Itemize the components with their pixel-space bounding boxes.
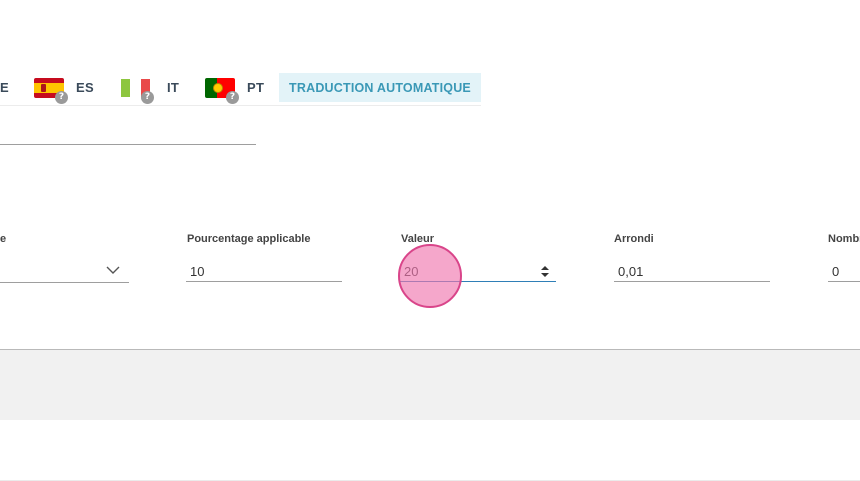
number-label: Nombr	[828, 233, 860, 245]
spinner-arrows-icon[interactable]	[540, 265, 550, 278]
tab-language-it-label: IT	[167, 80, 180, 95]
tab-language-es[interactable]: ? ES	[34, 73, 94, 104]
rounding-input[interactable]	[614, 262, 770, 282]
tab-language-it[interactable]: ? IT	[121, 73, 180, 104]
chevron-down-icon	[106, 266, 120, 274]
auto-translate-tab[interactable]: TRADUCTION AUTOMATIQUE	[279, 73, 481, 102]
spain-flag-icon: ?	[34, 77, 68, 104]
tab-language-pt-label: PT	[247, 80, 265, 95]
tab-language-es-label: ES	[76, 80, 94, 95]
help-badge-icon: ?	[55, 90, 68, 104]
number-input[interactable]	[828, 262, 860, 282]
click-indicator	[398, 244, 462, 308]
type-select-label: e	[0, 233, 7, 245]
percentage-label: Pourcentage applicable	[187, 233, 311, 245]
rounding-label: Arrondi	[614, 233, 654, 245]
tab-language-pt[interactable]: ? PT	[205, 73, 265, 104]
tab-language-partial[interactable]: E	[0, 73, 9, 102]
percentage-input[interactable]	[186, 262, 342, 282]
help-badge-icon: ?	[226, 90, 239, 104]
type-select[interactable]	[0, 262, 129, 283]
tabs-divider	[0, 105, 481, 106]
name-field-underline[interactable]	[0, 144, 256, 145]
italy-flag-icon: ?	[121, 78, 155, 104]
portugal-flag-icon: ?	[205, 77, 239, 104]
tab-language-partial-label: E	[0, 80, 9, 95]
section-header-band	[0, 349, 860, 420]
help-badge-icon: ?	[141, 90, 154, 104]
